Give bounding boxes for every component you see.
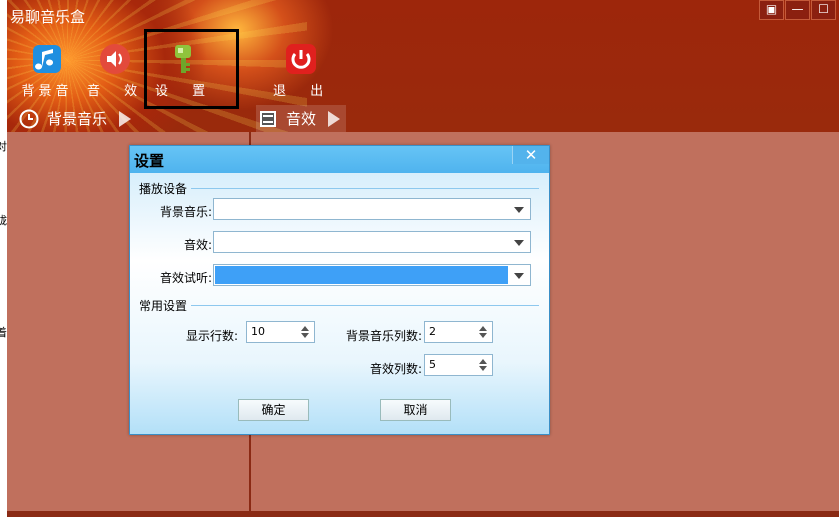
power-icon <box>286 44 316 74</box>
dialog-header: 设置 ✕ <box>130 146 549 173</box>
effect-cols-label: 音效列数: <box>369 362 422 376</box>
section-common-label: 常用设置 <box>139 299 188 313</box>
bg-music-cols-stepper[interactable]: 2 <box>424 321 493 343</box>
app-title: 易聊音乐盒 <box>10 8 86 26</box>
stepper-up-icon[interactable] <box>301 326 309 331</box>
toolbar-bg-music-label: 背景音 <box>21 84 73 99</box>
tab-effect-label: 音效 <box>286 110 317 128</box>
tab-bg-music-label: 背景音乐 <box>47 110 108 128</box>
effect-device-select[interactable] <box>213 231 531 253</box>
effect-preview-device-label: 音效试听: <box>159 271 212 285</box>
bottom-border <box>7 511 839 517</box>
effect-preview-device-value <box>215 266 508 284</box>
maximize-button[interactable]: ☐ <box>811 0 836 20</box>
effect-preview-device-select[interactable] <box>213 264 531 286</box>
minimize-button[interactable]: — <box>785 0 810 20</box>
bg-music-device-label: 背景音乐: <box>159 205 212 219</box>
toolbar-exit-button[interactable]: 退 出 <box>273 40 334 99</box>
chevron-down-icon[interactable] <box>514 207 524 213</box>
toolbar-effect-label: 音 效 <box>87 84 148 99</box>
chevron-down-icon[interactable] <box>514 273 524 279</box>
chevron-down-icon[interactable] <box>514 240 524 246</box>
skin-button[interactable]: ▣ <box>759 0 784 20</box>
toolbar-settings-button[interactable]: 设 置 <box>155 40 216 99</box>
effect-cols-stepper[interactable]: 5 <box>424 354 493 376</box>
cancel-button[interactable]: 取消 <box>380 399 451 421</box>
tab-effect[interactable]: 音效 <box>256 105 347 132</box>
effect-device-label: 音效: <box>183 238 212 252</box>
stepper-down-icon[interactable] <box>301 333 309 338</box>
section-playback-device: 播放设备 <box>139 180 539 197</box>
toolbar-effect-button[interactable]: 音 效 <box>87 40 148 99</box>
play-arrow-icon[interactable] <box>119 110 132 127</box>
dialog-title: 设置 <box>134 152 165 170</box>
key-icon <box>175 45 191 73</box>
ok-button[interactable]: 确定 <box>238 399 309 421</box>
clock-icon <box>19 109 39 128</box>
stepper-up-icon[interactable] <box>479 326 487 331</box>
left-strip-glyph-2: 胧 <box>0 214 7 227</box>
settings-dialog: 设置 ✕ 播放设备 背景音乐: 音效: 音效试听: 常用设置 显示行数: 10 … <box>129 145 550 435</box>
section-playback-label: 播放设备 <box>139 182 188 196</box>
bg-music-cols-label: 背景音乐列数: <box>345 329 422 343</box>
toolbar-settings-label: 设 置 <box>155 84 216 99</box>
dialog-close-button[interactable]: ✕ <box>512 146 549 164</box>
tab-bar: 背景音乐 音效 <box>7 105 839 132</box>
toolbar-exit-label: 退 出 <box>273 84 334 99</box>
speaker-icon <box>100 44 130 74</box>
stepper-up-icon[interactable] <box>479 359 487 364</box>
tab-bg-music[interactable]: 背景音乐 <box>19 105 132 132</box>
section-divider <box>191 305 539 306</box>
effect-device-value <box>215 233 508 251</box>
left-strip-glyph-1: 对 <box>0 140 7 153</box>
section-divider <box>191 188 539 189</box>
section-common-settings: 常用设置 <box>139 297 539 314</box>
bg-music-cols-value[interactable]: 2 <box>429 325 436 338</box>
stepper-down-icon[interactable] <box>479 333 487 338</box>
stepper-down-icon[interactable] <box>479 366 487 371</box>
left-strip-glyph-3: 着 <box>0 326 7 339</box>
list-icon <box>260 110 276 127</box>
rows-stepper[interactable]: 10 <box>246 321 315 343</box>
music-note-icon <box>33 45 61 73</box>
toolbar-bg-music-button[interactable]: 背景音 <box>19 40 75 99</box>
rows-label: 显示行数: <box>185 329 238 343</box>
bg-music-device-select[interactable] <box>213 198 531 220</box>
play-arrow-icon[interactable] <box>328 110 341 127</box>
rows-value[interactable]: 10 <box>251 325 265 338</box>
effect-cols-value[interactable]: 5 <box>429 358 436 371</box>
bg-music-device-value <box>215 200 508 218</box>
